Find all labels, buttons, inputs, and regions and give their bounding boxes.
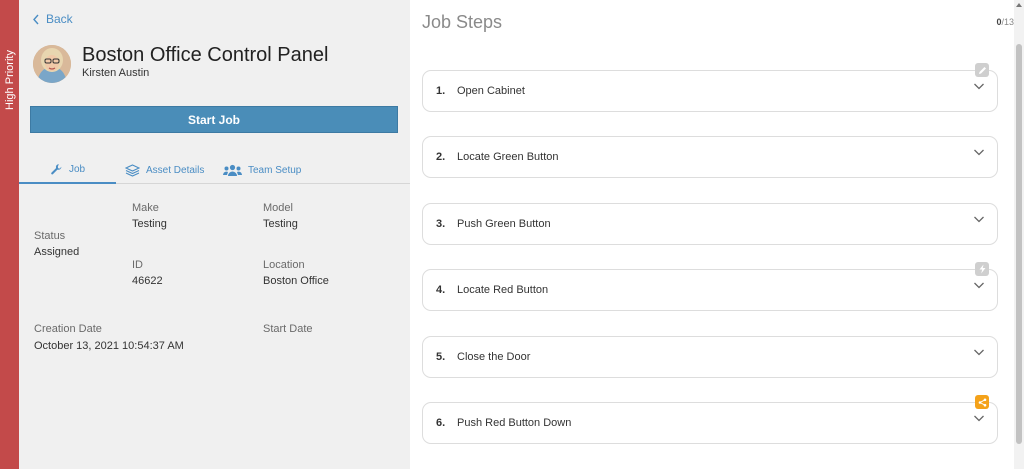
tab-divider bbox=[116, 183, 410, 184]
start-job-button[interactable]: Start Job bbox=[30, 106, 398, 133]
status-label: Status bbox=[34, 230, 66, 242]
step-card[interactable]: 3. Push Green Button bbox=[422, 203, 998, 245]
chevron-left-icon bbox=[33, 14, 39, 24]
chevron-down-icon[interactable] bbox=[973, 80, 985, 92]
location-value: Boston Office bbox=[263, 275, 329, 287]
step-number: 4. bbox=[436, 284, 446, 296]
avatar bbox=[33, 45, 71, 83]
steps-title: Job Steps bbox=[422, 12, 503, 32]
chevron-down-icon[interactable] bbox=[973, 213, 985, 225]
tab-asset-details[interactable]: Asset Details bbox=[125, 156, 215, 184]
step-label: Push Green Button bbox=[457, 218, 551, 230]
pencil-icon[interactable] bbox=[975, 63, 989, 77]
location-label: Location bbox=[263, 259, 305, 271]
make-label: Make bbox=[132, 202, 159, 214]
step-number: 1. bbox=[436, 85, 446, 97]
tab-job[interactable]: Job bbox=[19, 156, 116, 184]
model-value: Testing bbox=[263, 218, 298, 230]
back-link[interactable]: Back bbox=[32, 12, 73, 26]
scroll-thumb[interactable] bbox=[1016, 44, 1022, 444]
step-card[interactable]: 4. Locate Red Button bbox=[422, 262, 998, 311]
step-number: 6. bbox=[436, 417, 446, 429]
id-label: ID bbox=[132, 259, 143, 271]
assignee-name: Kirsten Austin bbox=[82, 67, 150, 79]
step-card[interactable]: 6. Push Red Button Down bbox=[422, 395, 998, 444]
step-label: Push Red Button Down bbox=[457, 417, 572, 429]
scrollbar[interactable] bbox=[1014, 0, 1024, 469]
status-value: Assigned bbox=[34, 246, 80, 258]
step-number: 5. bbox=[436, 351, 446, 363]
steps-progress: 0/13 bbox=[996, 17, 1014, 27]
start-date-label: Start Date bbox=[263, 323, 313, 335]
step-card[interactable]: 5. Close the Door bbox=[422, 336, 998, 378]
tab-team-label: Team Setup bbox=[248, 164, 302, 176]
wrench-icon bbox=[51, 163, 62, 174]
lightning-icon[interactable] bbox=[975, 262, 989, 276]
creation-date-value: October 13, 2021 10:54:37 AM bbox=[34, 340, 184, 352]
back-label: Back bbox=[46, 12, 73, 26]
detail-tabs: Job Asset Details Team Setup bbox=[19, 156, 410, 184]
job-steps-panel: Job Steps 0/13 1. Open Cabinet 2. Locate… bbox=[410, 0, 1014, 469]
tab-asset-label: Asset Details bbox=[146, 164, 205, 176]
steps-total: /13 bbox=[1001, 17, 1014, 27]
id-value: 46622 bbox=[132, 275, 163, 287]
step-label: Locate Red Button bbox=[457, 284, 549, 296]
make-value: Testing bbox=[132, 218, 167, 230]
tab-job-label: Job bbox=[68, 163, 86, 175]
job-details-panel: Back Boston Office Control Panel Kirsten… bbox=[19, 0, 410, 469]
layers-icon bbox=[125, 163, 140, 177]
chevron-down-icon[interactable] bbox=[973, 412, 985, 424]
priority-label: High Priority bbox=[3, 50, 16, 110]
chevron-down-icon[interactable] bbox=[973, 146, 985, 158]
step-label: Open Cabinet bbox=[457, 85, 525, 97]
scroll-up-arrow-icon[interactable] bbox=[1015, 1, 1023, 9]
tab-team-setup[interactable]: Team Setup bbox=[223, 156, 313, 184]
step-label: Locate Green Button bbox=[457, 151, 559, 163]
step-label: Close the Door bbox=[457, 351, 531, 363]
model-label: Model bbox=[263, 202, 293, 214]
share-icon[interactable] bbox=[975, 395, 989, 409]
step-card[interactable]: 1. Open Cabinet bbox=[422, 63, 998, 112]
team-icon bbox=[223, 164, 242, 176]
creation-date-label: Creation Date bbox=[34, 323, 102, 335]
step-card[interactable]: 2. Locate Green Button bbox=[422, 136, 998, 178]
page-title: Boston Office Control Panel bbox=[82, 44, 329, 66]
chevron-down-icon[interactable] bbox=[973, 279, 985, 291]
step-number: 2. bbox=[436, 151, 446, 163]
step-number: 3. bbox=[436, 218, 446, 230]
chevron-down-icon[interactable] bbox=[973, 346, 985, 358]
priority-strip: High Priority bbox=[0, 0, 19, 469]
